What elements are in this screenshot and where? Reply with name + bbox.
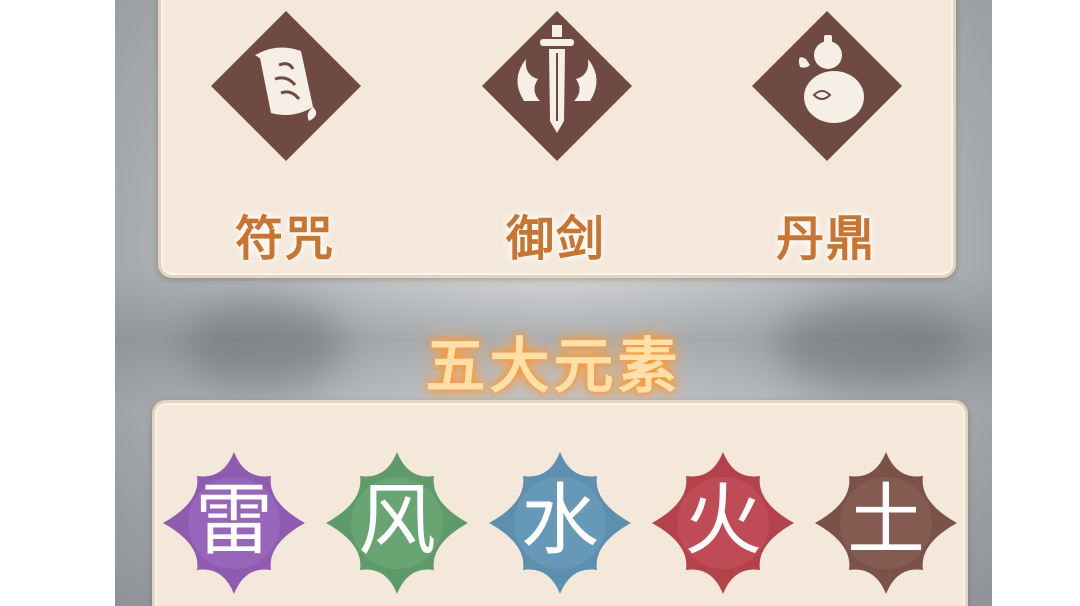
skill-yujian[interactable]: 御剑 — [446, 3, 666, 273]
element-fire[interactable]: 火 — [650, 450, 796, 596]
scroll-icon — [211, 11, 361, 161]
skill-label: 符咒 — [234, 211, 335, 267]
element-char: 火 — [683, 476, 762, 566]
game-screen: 符咒 御剑 丹鼎 五大元素 雷 风 水 火 土 — [115, 0, 992, 606]
skill-fuzhou[interactable]: 符咒 — [175, 3, 395, 273]
section-title: 五大元素 — [425, 332, 682, 402]
element-char: 风 — [357, 476, 436, 566]
sword-icon — [482, 11, 632, 161]
skill-danding[interactable]: 丹鼎 — [716, 3, 936, 273]
element-earth[interactable]: 土 — [813, 450, 959, 596]
element-char: 水 — [520, 476, 599, 566]
element-char: 雷 — [194, 476, 273, 566]
skill-label: 丹鼎 — [775, 211, 876, 267]
element-water[interactable]: 水 — [487, 450, 633, 596]
element-char: 土 — [846, 476, 925, 566]
element-thunder[interactable]: 雷 — [161, 450, 307, 596]
skills-panel: 符咒 御剑 丹鼎 — [158, 0, 956, 278]
gourd-icon — [752, 11, 902, 161]
skill-label: 御剑 — [505, 211, 606, 267]
element-wind[interactable]: 风 — [324, 450, 470, 596]
